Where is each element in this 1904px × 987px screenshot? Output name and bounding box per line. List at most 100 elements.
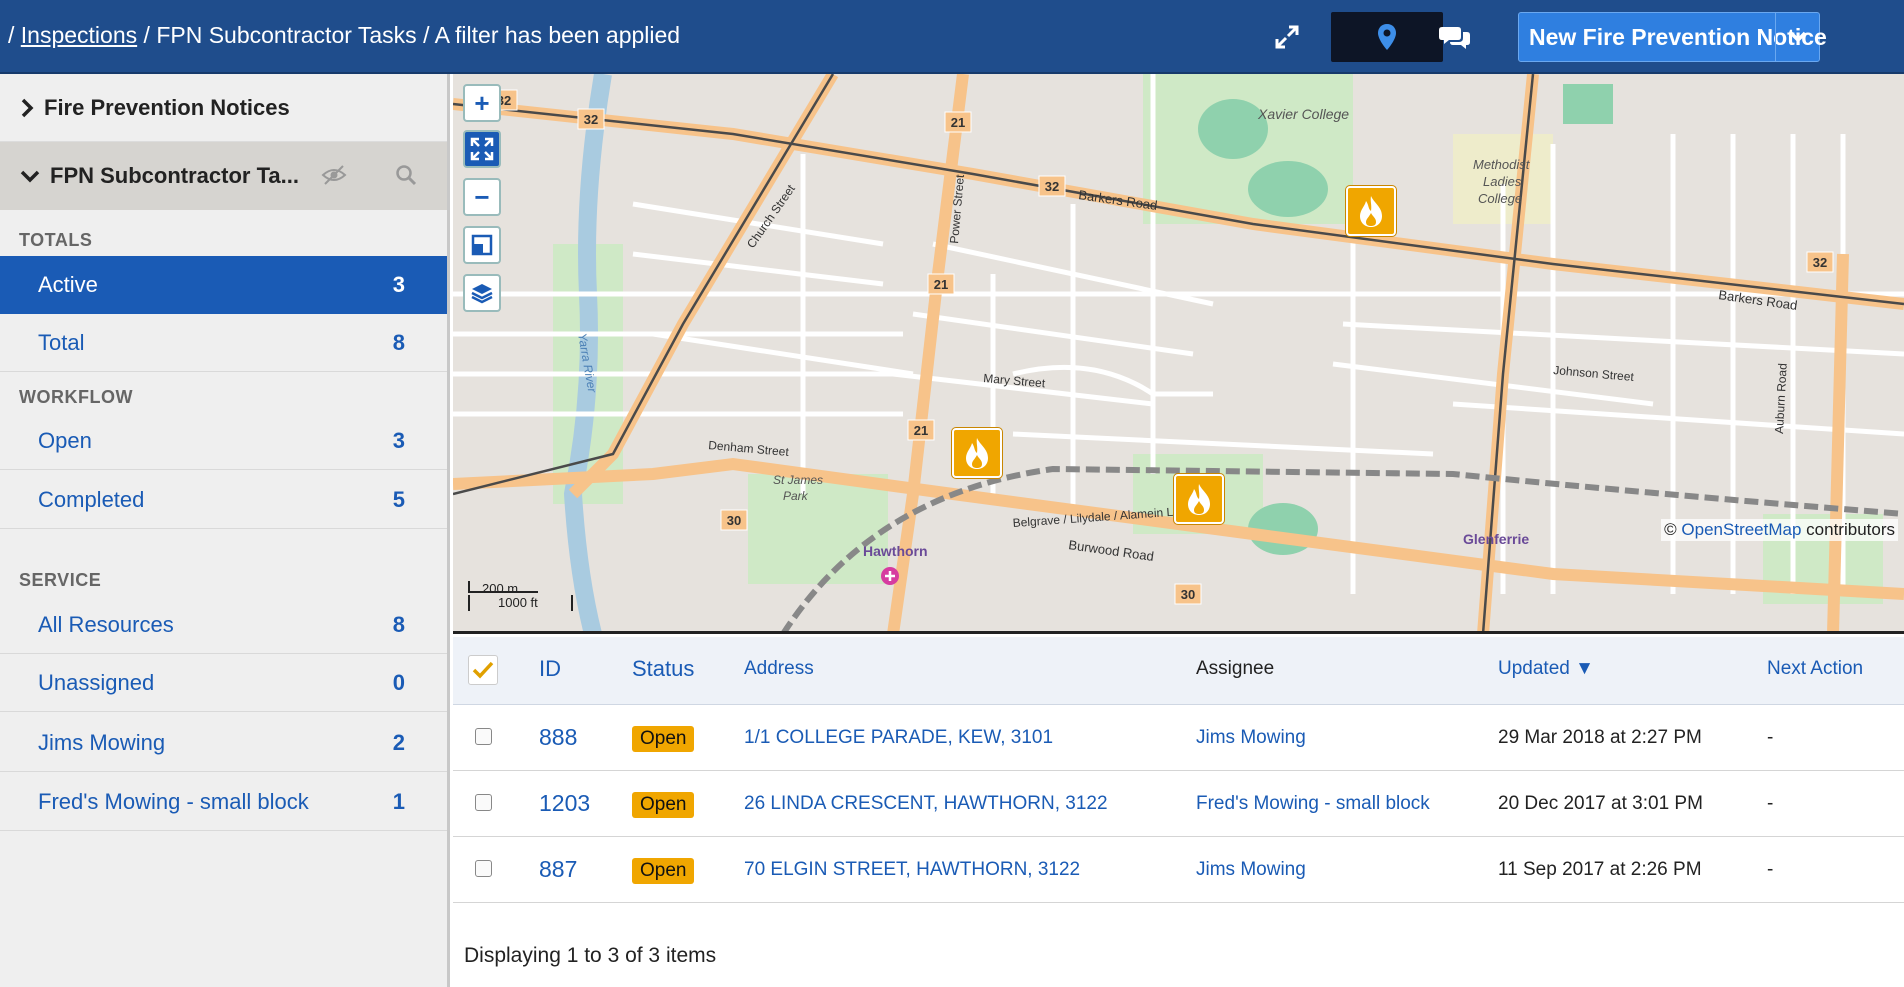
map-label-johnson-street: Johnson Street bbox=[1553, 363, 1635, 384]
updated-timestamp: 11 Sep 2017 at 2:26 PM bbox=[1498, 859, 1702, 880]
column-header-next-action[interactable]: Next Action bbox=[1767, 658, 1863, 680]
map-base[interactable]: Xavier College Barkers Road Barkers Road… bbox=[453, 74, 1904, 634]
notice-id-link[interactable]: 887 bbox=[539, 856, 577, 883]
fire-notice-marker[interactable] bbox=[1346, 186, 1396, 236]
row-label: Unassigned bbox=[38, 669, 155, 695]
row-label: Total bbox=[38, 329, 85, 355]
row-count: 5 bbox=[392, 486, 405, 512]
map-label-xavier-college: Xavier College bbox=[1257, 106, 1349, 122]
route-number: 30 bbox=[1181, 587, 1195, 602]
select-all-checkbox[interactable] bbox=[468, 655, 498, 685]
comments-button[interactable] bbox=[1430, 12, 1480, 62]
column-header-address[interactable]: Address bbox=[744, 658, 814, 680]
row-checkbox[interactable] bbox=[475, 794, 492, 811]
row-label: All Resources bbox=[38, 611, 174, 637]
table-row[interactable]: 1203 Open 26 LINDA CRESCENT, HAWTHORN, 3… bbox=[453, 771, 1904, 837]
map-panel[interactable]: Xavier College Barkers Road Barkers Road… bbox=[453, 74, 1904, 634]
sidebar-item-freds-mowing[interactable]: Fred's Mowing - small block 1 bbox=[0, 773, 447, 831]
expand-button[interactable] bbox=[1265, 12, 1309, 62]
row-count: 8 bbox=[392, 611, 405, 637]
address-link[interactable]: 1/1 COLLEGE PARADE, KEW, 3101 bbox=[744, 727, 1053, 749]
sidebar-item-unassigned[interactable]: Unassigned 0 bbox=[0, 654, 447, 712]
layers-button[interactable] bbox=[463, 274, 501, 312]
checkmark-icon bbox=[472, 661, 494, 679]
map-label-methodist: Methodist bbox=[1473, 157, 1531, 172]
sidebar-item-label: FPN Subcontractor Ta... bbox=[50, 163, 299, 188]
sidebar-item-total[interactable]: Total 8 bbox=[0, 314, 447, 372]
map-sports-oval bbox=[1248, 161, 1328, 217]
chevron-down-icon bbox=[1789, 31, 1806, 43]
status-badge: Open bbox=[632, 726, 695, 752]
status-badge: Open bbox=[632, 792, 695, 818]
updated-timestamp: 20 Dec 2017 at 3:01 PM bbox=[1498, 793, 1703, 814]
zoom-in-button[interactable]: + bbox=[463, 84, 501, 122]
fire-notice-marker[interactable] bbox=[1174, 474, 1224, 524]
row-count: 1 bbox=[392, 788, 405, 814]
address-link[interactable]: 26 LINDA CRESCENT, HAWTHORN, 3122 bbox=[744, 793, 1108, 815]
column-header-assignee[interactable]: Assignee bbox=[1196, 658, 1274, 680]
assignee-link[interactable]: Fred's Mowing - small block bbox=[1196, 793, 1430, 815]
breadcrumb-current-view: FPN Subcontractor Tasks bbox=[156, 22, 417, 48]
row-checkbox[interactable] bbox=[475, 728, 492, 745]
new-fire-prevention-notice-button[interactable]: New Fire Prevention Notice bbox=[1518, 12, 1827, 62]
flame-icon bbox=[1360, 196, 1382, 227]
section-title-workflow: WORKFLOW bbox=[19, 387, 133, 407]
fire-notice-marker[interactable] bbox=[952, 428, 1002, 478]
chevron-right-icon bbox=[21, 98, 34, 117]
sidebar-item-fire-prevention-notices[interactable]: Fire Prevention Notices bbox=[0, 74, 447, 142]
next-action: - bbox=[1767, 793, 1774, 814]
map-park-area bbox=[748, 474, 888, 584]
sidebar: Fire Prevention Notices FPN Subcontracto… bbox=[0, 74, 450, 987]
column-header-id[interactable]: ID bbox=[539, 656, 561, 682]
section-title-totals: TOTALS bbox=[19, 230, 93, 250]
row-count: 0 bbox=[392, 669, 405, 695]
attribution-copyright: © bbox=[1664, 520, 1677, 539]
filter-applied-notice: A filter has been applied bbox=[434, 22, 681, 48]
column-header-updated[interactable]: Updated ▼ bbox=[1498, 658, 1594, 680]
sidebar-item-active[interactable]: Active 3 bbox=[0, 256, 447, 314]
table-row[interactable]: 888 Open 1/1 COLLEGE PARADE, KEW, 3101 J… bbox=[453, 705, 1904, 771]
row-checkbox[interactable] bbox=[475, 860, 492, 877]
route-number: 21 bbox=[951, 115, 965, 130]
map-label-st-james: St James bbox=[773, 473, 823, 487]
notice-id-link[interactable]: 1203 bbox=[539, 790, 590, 817]
breadcrumb-separator: / bbox=[143, 22, 150, 48]
sidebar-item-all-resources[interactable]: All Resources 8 bbox=[0, 596, 447, 654]
top-bar: / Inspections / FPN Subcontractor Tasks … bbox=[0, 0, 1904, 74]
zoom-out-button[interactable]: − bbox=[463, 178, 501, 216]
assignee-link[interactable]: Jims Mowing bbox=[1196, 859, 1306, 881]
sidebar-item-fpn-subcontractor-tasks[interactable]: FPN Subcontractor Ta... bbox=[0, 142, 447, 210]
map-label-auburn-road: Auburn Road bbox=[1772, 363, 1790, 434]
map-label-burwood-road: Burwood Road bbox=[1068, 537, 1155, 564]
overview-map-button[interactable] bbox=[463, 226, 501, 264]
map-label-college: College bbox=[1478, 191, 1522, 206]
map-label-glenferrie: Glenferrie bbox=[1463, 531, 1529, 547]
map-marker-icon bbox=[1378, 24, 1396, 50]
sidebar-item-completed[interactable]: Completed 5 bbox=[0, 471, 447, 529]
address-link[interactable]: 70 ELGIN STREET, HAWTHORN, 3122 bbox=[744, 859, 1080, 881]
breadcrumb-separator: / bbox=[8, 22, 15, 48]
updated-timestamp: 29 Mar 2018 at 2:27 PM bbox=[1498, 727, 1702, 748]
breadcrumb: / Inspections / FPN Subcontractor Tasks … bbox=[8, 22, 680, 49]
new-notice-dropdown-toggle[interactable] bbox=[1775, 13, 1819, 61]
row-label: Fred's Mowing - small block bbox=[38, 788, 309, 814]
map-label-ladies: Ladies bbox=[1483, 174, 1522, 189]
sidebar-item-jims-mowing[interactable]: Jims Mowing 2 bbox=[0, 714, 447, 772]
map-scale-bar: 200 m 1000 ft bbox=[468, 581, 573, 611]
assignee-link[interactable]: Jims Mowing bbox=[1196, 727, 1306, 749]
row-label: Completed bbox=[38, 486, 145, 512]
notice-id-link[interactable]: 888 bbox=[539, 724, 577, 751]
sidebar-item-open[interactable]: Open 3 bbox=[0, 412, 447, 470]
breadcrumb-inspections-link[interactable]: Inspections bbox=[21, 22, 137, 48]
search-icon[interactable] bbox=[395, 164, 417, 186]
map-view-button[interactable] bbox=[1331, 12, 1443, 62]
hide-eye-icon[interactable] bbox=[321, 164, 347, 186]
column-header-status[interactable]: Status bbox=[632, 656, 694, 682]
pagination-summary: Displaying 1 to 3 of 3 items bbox=[464, 944, 717, 967]
openstreetmap-link[interactable]: OpenStreetMap bbox=[1681, 520, 1801, 539]
table-row[interactable]: 887 Open 70 ELGIN STREET, HAWTHORN, 3122… bbox=[453, 837, 1904, 903]
scale-metric-label: 200 m bbox=[482, 581, 519, 596]
fit-extent-button[interactable] bbox=[463, 130, 501, 168]
expand-icon bbox=[1275, 25, 1299, 49]
row-count: 8 bbox=[392, 329, 405, 355]
